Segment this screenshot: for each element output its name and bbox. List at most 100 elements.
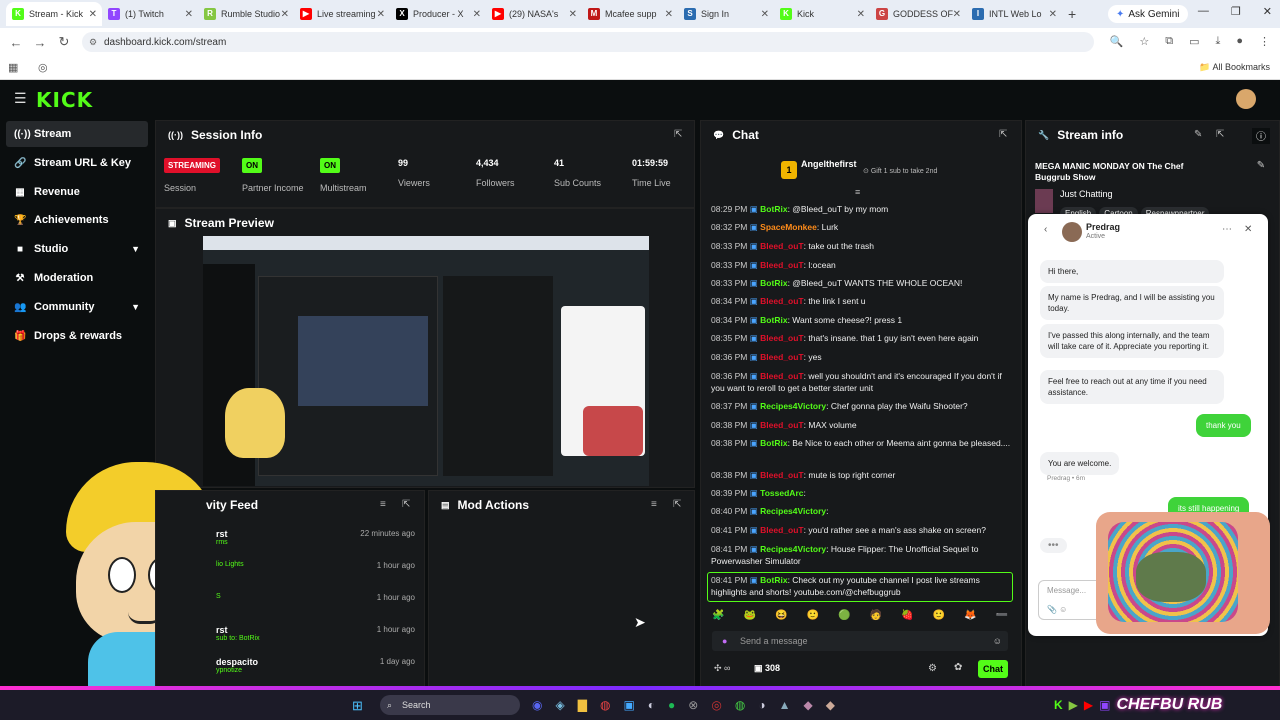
spotify-icon[interactable]: ● xyxy=(668,698,675,712)
emote-icon[interactable]: 🧩 xyxy=(712,610,724,624)
chrome-icon[interactable]: ◍ xyxy=(600,698,610,712)
all-bookmarks-link[interactable]: 📁 All Bookmarks xyxy=(1199,62,1270,73)
windows-start-icon[interactable]: ⊞ xyxy=(352,698,363,714)
chat-message[interactable]: 08:38 PM ▣ Bleed_ouT: mute is top right … xyxy=(711,470,1011,482)
sidepanel-icon[interactable]: ▭ xyxy=(1189,35,1199,48)
channel-points[interactable]: ▣ 308 xyxy=(754,663,780,674)
bookmark-star-icon[interactable]: ☆ xyxy=(1139,35,1149,48)
chat-mode-icon[interactable]: ✣ ∞ xyxy=(714,663,730,674)
chevron-down-icon[interactable]: ▼ xyxy=(131,302,140,312)
browser-tab[interactable]: K Stream - Kick ✕ xyxy=(6,2,102,26)
info-icon[interactable]: ⓘ xyxy=(1252,128,1270,144)
back-icon[interactable]: ‹ xyxy=(1044,224,1047,235)
sidebar-item-achievements[interactable]: 🏆 Achievements xyxy=(6,207,148,233)
download-icon[interactable]: ⤓ xyxy=(1215,35,1220,48)
close-window-icon[interactable]: ✕ xyxy=(1263,5,1272,18)
emote-icon[interactable]: 🙂 xyxy=(807,610,819,624)
chat-message[interactable]: 08:38 PM ▣ Bleed_ouT: MAX volume xyxy=(711,420,1011,432)
chat-message[interactable]: 08:33 PM ▣ Bleed_ouT: l:ocean xyxy=(711,260,1011,272)
chat-message[interactable]: 08:37 PM ▣ Recipes4Victory: Chef gonna p… xyxy=(711,401,1011,413)
emote-icon[interactable]: 🧑 xyxy=(870,610,882,624)
browser-tab[interactable]: S Sign In ✕ xyxy=(678,2,774,26)
emote-icon[interactable]: 🦊 xyxy=(964,610,976,624)
browser-tab[interactable]: ▶ (29) NASA's ✕ xyxy=(486,2,582,26)
close-tab-icon[interactable]: ✕ xyxy=(665,9,673,20)
emote-icon[interactable]: 😆 xyxy=(775,610,787,624)
globe-icon[interactable]: ◎ xyxy=(38,61,48,74)
app-icon[interactable]: ◆ xyxy=(826,698,835,712)
chevron-down-icon[interactable]: ▼ xyxy=(131,244,140,254)
reload-icon[interactable]: ↻ xyxy=(52,34,76,50)
chat-message-input[interactable]: ● Send a message ☺ xyxy=(712,631,1008,651)
sidebar-item-drops-rewards[interactable]: 🎁 Drops & rewards xyxy=(6,323,148,349)
chat-message[interactable]: 08:29 PM ▣ BotRix: @Bleed_ouT by my mom xyxy=(711,204,1011,216)
chat-message[interactable]: 08:33 PM ▣ BotRix: @Bleed_ouT WANTS THE … xyxy=(711,278,1011,290)
close-tab-icon[interactable]: ✕ xyxy=(377,9,385,20)
menu-kebab-icon[interactable]: ⋮ xyxy=(1259,35,1270,48)
new-tab-button[interactable]: + xyxy=(1068,6,1076,22)
mic-icon[interactable]: ● xyxy=(722,636,727,646)
close-tab-icon[interactable]: ✕ xyxy=(281,9,289,20)
forward-icon[interactable]: → xyxy=(28,35,52,50)
chat-message[interactable]: 08:41 PM ▣ Recipes4Victory: House Flippe… xyxy=(711,544,1011,567)
steam-icon[interactable]: ◐ xyxy=(648,698,655,712)
minimize-icon[interactable]: — xyxy=(1198,5,1209,18)
emote-icon[interactable]: 🙂 xyxy=(933,610,945,624)
browser-tab[interactable]: X Producer - X ✕ xyxy=(390,2,486,26)
sidebar-item-stream[interactable]: ((·)) Stream xyxy=(6,121,148,147)
chat-message[interactable]: 08:40 PM ▣ Recipes4Victory: xyxy=(711,506,1011,518)
popout-icon[interactable]: ⇱ xyxy=(1216,129,1224,140)
explorer-icon[interactable]: ▇ xyxy=(578,698,587,712)
popout-icon[interactable]: ⇱ xyxy=(999,129,1007,140)
close-tab-icon[interactable]: ✕ xyxy=(953,9,961,20)
sidebar-item-stream-url-key[interactable]: 🔗 Stream URL & Key xyxy=(6,150,148,176)
emote-icon[interactable]: 🟢 xyxy=(838,610,850,624)
emote-icon[interactable]: 🐸 xyxy=(744,610,756,624)
chat-message[interactable]: 08:36 PM ▣ Bleed_ouT: yes xyxy=(711,352,1011,364)
edit-icon[interactable]: ✎ xyxy=(1194,129,1202,140)
close-tab-icon[interactable]: ✕ xyxy=(1049,9,1057,20)
discord-icon[interactable]: ◉ xyxy=(532,698,542,712)
steam-icon[interactable]: ◑ xyxy=(758,698,765,712)
obs-icon[interactable]: ◎ xyxy=(711,698,721,712)
store-icon[interactable]: ▣ xyxy=(623,698,634,712)
site-info-icon[interactable]: ⚙ xyxy=(89,37,97,48)
chat-message[interactable]: 08:36 PM ▣ Bleed_ouT: well you shouldn't… xyxy=(711,371,1011,394)
kick-logo[interactable]: KICK xyxy=(36,88,93,112)
app-icon[interactable]: ◆ xyxy=(803,698,812,712)
chat-settings-icon[interactable]: ⚙ xyxy=(928,663,937,674)
xbox-icon[interactable]: ⊗ xyxy=(688,698,698,712)
filter-icon[interactable]: ≡ xyxy=(380,499,386,510)
chrome-icon[interactable]: ◍ xyxy=(735,698,745,712)
url-field[interactable]: ⚙ dashboard.kick.com/stream xyxy=(82,32,1094,52)
zoom-icon[interactable]: 🔍 xyxy=(1110,35,1124,48)
popout-icon[interactable]: ⇱ xyxy=(674,129,682,140)
user-avatar[interactable] xyxy=(1236,89,1256,109)
close-tab-icon[interactable]: ✕ xyxy=(185,9,193,20)
copilot-icon[interactable]: ◈ xyxy=(555,698,564,712)
browser-tab[interactable]: I INTL Web Lo ✕ xyxy=(966,2,1062,26)
browser-tab[interactable]: T (1) Twitch ✕ xyxy=(102,2,198,26)
browser-tab[interactable]: K Kick ✕ xyxy=(774,2,870,26)
chat-message[interactable]: 08:35 PM ▣ Bleed_ouT: that's insane. tha… xyxy=(711,333,1011,345)
popout-icon[interactable]: ⇱ xyxy=(673,499,681,510)
close-tab-icon[interactable]: ✕ xyxy=(761,9,769,20)
sidebar-item-community[interactable]: 👥 Community ▼ xyxy=(6,294,148,320)
chat-message[interactable]: 08:39 PM ▣ TossedArc: xyxy=(711,488,1011,500)
edit-side-icon[interactable]: ✎ xyxy=(1252,160,1270,176)
sidebar-item-moderation[interactable]: ⚒ Moderation xyxy=(6,265,148,291)
back-icon[interactable]: ← xyxy=(4,35,28,50)
browser-tab[interactable]: M Mcafee supp ✕ xyxy=(582,2,678,26)
emoji-picker-icon[interactable]: ☺ xyxy=(993,636,1002,646)
browser-tab[interactable]: ▶ Live streaming ✕ xyxy=(294,2,390,26)
extensions-icon[interactable]: ⧉ xyxy=(1165,35,1173,48)
ask-gemini-button[interactable]: ✦ Ask Gemini xyxy=(1108,5,1188,23)
emote-icon[interactable]: 🍓 xyxy=(901,610,913,624)
close-tab-icon[interactable]: ✕ xyxy=(89,9,97,20)
attach-icon[interactable]: 📎 ☺ xyxy=(1047,605,1067,614)
popout-icon[interactable]: ⇱ xyxy=(402,499,410,510)
chat-send-button[interactable]: Chat xyxy=(978,660,1008,678)
browser-tab[interactable]: G GODDESS OF ✕ xyxy=(870,2,966,26)
chat-message[interactable]: 08:41 PM ▣ Bleed_ouT: you'd rather see a… xyxy=(711,525,1011,537)
apps-grid-icon[interactable]: ▦ xyxy=(8,61,18,74)
